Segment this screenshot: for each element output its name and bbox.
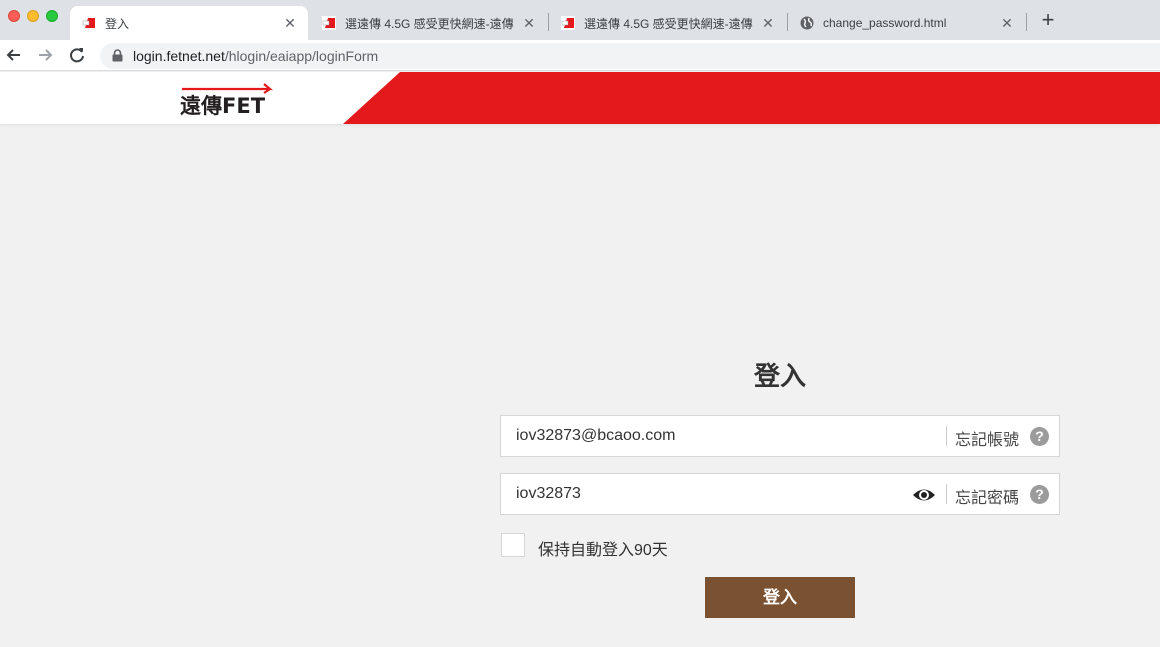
tab-title: change_password.html	[823, 16, 947, 30]
tab-login[interactable]: 登入 ✕	[70, 6, 308, 40]
reload-icon[interactable]	[66, 44, 88, 66]
tab-title: 選遠傳 4.5G 感受更快網速-遠傳	[345, 16, 514, 31]
url-host: login.fetnet.net	[133, 48, 225, 64]
page-title: 登入	[753, 361, 806, 391]
tab-fet-promo-2[interactable]: 選遠傳 4.5G 感受更快網速-遠傳 ✕	[549, 6, 786, 40]
tab-separator	[1026, 13, 1027, 31]
field-divider	[946, 426, 947, 446]
tab-close-icon[interactable]: ✕	[999, 15, 1015, 32]
remember-me-checkbox[interactable]	[501, 533, 525, 557]
new-tab-plus-icon[interactable]: +	[1038, 8, 1058, 32]
username-input[interactable]	[516, 416, 896, 456]
forward-arrow-icon[interactable]	[34, 44, 56, 66]
site-header: 遠傳FET	[0, 72, 1160, 124]
browser-toolbar: login.fetnet.net/hlogin/eaiapp/loginForm	[0, 40, 1160, 71]
remember-me-label[interactable]: 保持自動登入90天	[538, 536, 668, 560]
url-text: login.fetnet.net/hlogin/eaiapp/loginForm	[133, 48, 378, 64]
tab-title: 選遠傳 4.5G 感受更快網速-遠傳	[584, 16, 753, 31]
tab-fet-promo-1[interactable]: 選遠傳 4.5G 感受更快網速-遠傳 ✕	[310, 6, 547, 40]
fet-favicon-icon	[561, 16, 575, 30]
password-input[interactable]	[516, 474, 896, 514]
globe-icon	[800, 16, 814, 30]
logo-text: 遠傳FET	[180, 94, 266, 116]
question-circle-icon[interactable]: ?	[1030, 485, 1049, 504]
address-bar[interactable]: login.fetnet.net/hlogin/eaiapp/loginForm	[100, 43, 1160, 69]
lock-icon	[112, 49, 123, 62]
forgot-account-link[interactable]: 忘記帳號	[955, 426, 1019, 450]
tab-change-password[interactable]: change_password.html ✕	[788, 6, 1025, 40]
password-field: 忘記密碼 ?	[500, 473, 1060, 515]
url-path: /hlogin/eaiapp/loginForm	[224, 48, 379, 64]
login-button[interactable]: 登入	[705, 577, 855, 618]
fet-logo[interactable]: 遠傳FET	[180, 80, 280, 116]
window-minimize-button[interactable]	[27, 10, 39, 22]
tab-close-icon[interactable]: ✕	[760, 15, 776, 32]
tab-close-icon[interactable]: ✕	[282, 15, 298, 32]
header-red-banner	[343, 72, 1160, 124]
field-divider	[946, 484, 947, 504]
fet-favicon-icon	[322, 16, 336, 30]
tab-close-icon[interactable]: ✕	[521, 15, 537, 32]
question-circle-icon[interactable]: ?	[1030, 427, 1049, 446]
window-close-button[interactable]	[8, 10, 20, 22]
tab-title: 登入	[105, 16, 130, 31]
eye-icon[interactable]	[912, 485, 936, 505]
browser-tab-bar: 登入 ✕ 選遠傳 4.5G 感受更快網速-遠傳 ✕ 選遠傳 4.5G 感受更快網…	[0, 0, 1160, 40]
back-arrow-icon[interactable]	[3, 44, 25, 66]
fet-favicon-icon	[82, 16, 96, 30]
window-zoom-button[interactable]	[46, 10, 58, 22]
forgot-password-link[interactable]: 忘記密碼	[955, 484, 1019, 508]
username-field: 忘記帳號 ?	[500, 415, 1060, 457]
